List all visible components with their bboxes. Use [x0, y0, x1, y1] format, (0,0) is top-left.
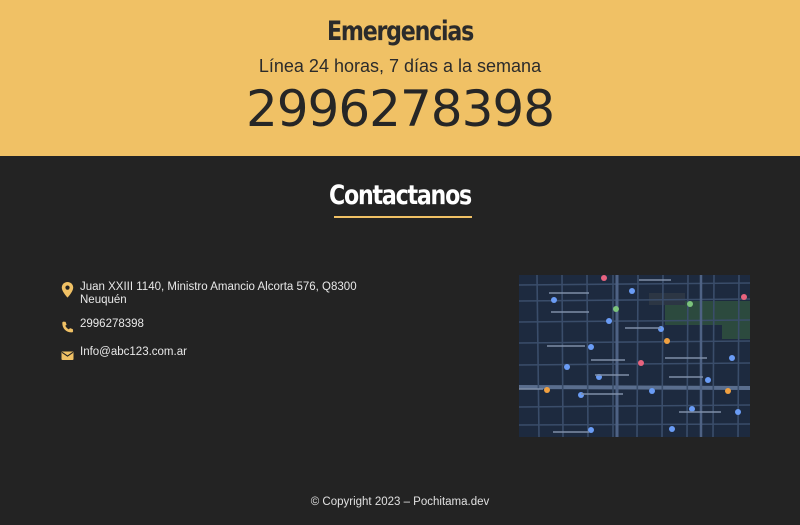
contact-email-row: Info@abc123.com.ar	[61, 346, 187, 363]
emergency-banner: Emergencias Línea 24 horas, 7 días a la …	[0, 0, 800, 156]
location-pin-icon	[61, 282, 74, 298]
contact-phone-row: 2996278398	[61, 318, 144, 335]
map-streets[interactable]	[519, 275, 750, 437]
map-embed[interactable]	[519, 275, 750, 437]
contact-title-underline	[334, 216, 472, 218]
phone-icon	[61, 319, 74, 335]
emergency-subtitle: Línea 24 horas, 7 días a la semana	[258, 56, 542, 76]
footer-copyright: © Copyright 2023 – Pochitama.dev	[310, 496, 490, 508]
envelope-icon	[61, 347, 74, 363]
contact-email[interactable]: Info@abc123.com.ar	[80, 346, 187, 359]
contact-address: Juan XXIII 1140, Ministro Amancio Alcort…	[80, 281, 357, 306]
contact-phone[interactable]: 2996278398	[80, 318, 144, 331]
emergency-title: Emergencias	[326, 16, 474, 47]
emergency-phone-number[interactable]: 2996278398	[0, 80, 800, 138]
contact-address-row: Juan XXIII 1140, Ministro Amancio Alcort…	[61, 281, 380, 307]
contact-title: Contactanos	[328, 180, 472, 211]
